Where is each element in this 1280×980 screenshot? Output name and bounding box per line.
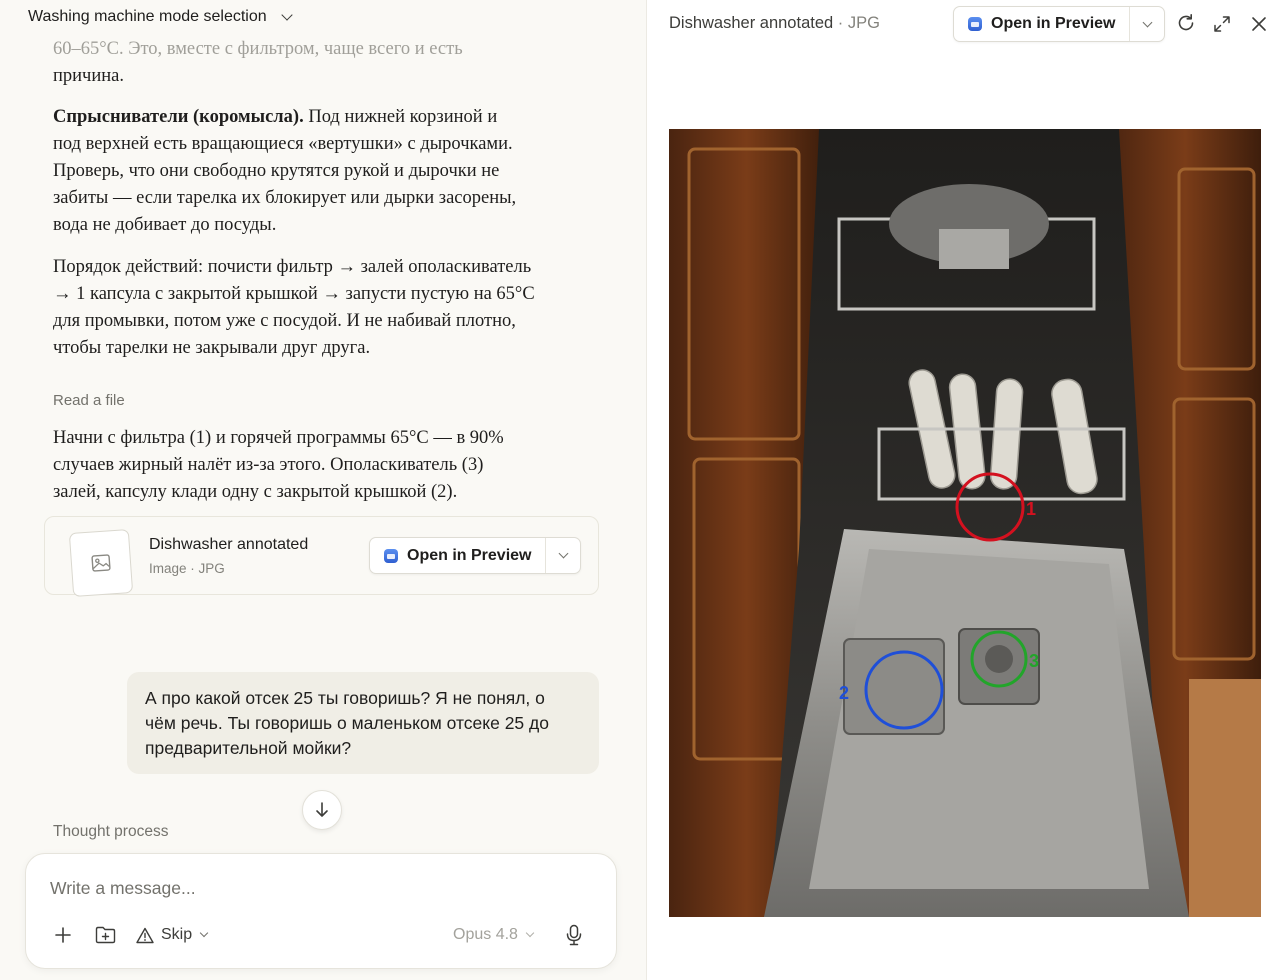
chevron-down-icon (1142, 17, 1153, 27)
chevron-down-icon (525, 928, 535, 938)
file-name: Dishwasher annotated (149, 536, 309, 553)
expand-icon (1214, 16, 1230, 32)
annotation-label-3: 3 (1029, 651, 1039, 671)
skip-permissions-button[interactable]: Skip (136, 922, 209, 948)
chevron-down-icon[interactable] (280, 8, 293, 21)
paragraph-end: причина. (53, 66, 124, 86)
chat-pane: Washing machine mode selection 60–65°C. … (0, 0, 646, 980)
preview-open-in-preview-button[interactable]: Open in Preview (954, 7, 1131, 41)
expand-button[interactable] (1211, 13, 1233, 35)
paragraph-steps: Порядок действий: почисти фильтр → залей… (53, 254, 583, 362)
text-line: предварительной мойки? (145, 738, 352, 758)
annotation-label-1: 1 (1026, 499, 1036, 519)
text-line: Начни с фильтра (1) и горячей программы … (53, 428, 504, 448)
warning-icon (136, 927, 154, 943)
text-line: под верхней есть вращающиеся «вертушки» … (53, 134, 513, 154)
paragraph-sprinklers: Спрысниватели (коромысла). Под нижней ко… (53, 104, 583, 239)
mic-icon (566, 924, 582, 946)
close-icon (1252, 17, 1266, 31)
reload-button[interactable] (1175, 12, 1197, 34)
user-message: А про какой отсек 25 ты говоришь? Я не п… (127, 672, 599, 774)
preview-file-title: Dishwasher annotated · JPG (669, 14, 880, 33)
chat-header[interactable]: Washing machine mode selection (0, 0, 646, 34)
file-preview-pane: Dishwasher annotated · JPG Open in Previ… (647, 0, 1280, 980)
open-in-preview-button[interactable]: Open in Preview (370, 538, 547, 573)
arrow-down-icon (316, 802, 328, 817)
folder-add-icon (95, 926, 115, 944)
dishwasher-illustration: 1 2 3 (669, 129, 1261, 917)
text-line: случаев жирный налёт из-за этого. Ополас… (53, 455, 484, 475)
preview-open-label: Open in Preview (991, 15, 1116, 32)
project-folder-button[interactable] (93, 924, 117, 946)
preview-app-icon (384, 548, 398, 563)
chat-title[interactable]: Washing machine mode selection (28, 8, 267, 26)
image-icon (91, 554, 111, 572)
text-line: чём речь. Ты говоришь о маленьком отсеке… (145, 713, 549, 733)
file-meta: Image · JPG (149, 561, 225, 576)
annotation-label-2: 2 (839, 683, 849, 703)
close-preview-button[interactable] (1248, 13, 1270, 35)
chevron-down-icon (199, 928, 209, 938)
text-line: Под нижней корзиной и (303, 107, 498, 127)
text-line: вода не добивает до посуды. (53, 215, 277, 235)
dishwasher-photo: 1 2 3 (669, 129, 1261, 917)
message-input[interactable] (50, 878, 590, 899)
plus-icon (55, 927, 71, 943)
text-line: для промывки, потом уже с посудой. И не … (53, 311, 516, 331)
preview-app-icon (968, 17, 982, 31)
open-in-preview-button-group: Open in Preview (369, 537, 582, 574)
skip-label: Skip (161, 926, 193, 943)
chevron-down-icon (558, 548, 569, 559)
paragraph-summary: Начни с фильтра (1) и горячей программы … (53, 425, 583, 506)
scroll-to-bottom-button[interactable] (302, 790, 342, 830)
open-in-preview-label: Open in Preview (407, 546, 532, 564)
text-line: А про какой отсек 25 ты говоришь? Я не п… (145, 688, 545, 708)
model-selector[interactable]: Opus 4.8 (453, 922, 535, 948)
tool-use-read-file[interactable]: Read a file (53, 392, 125, 409)
thought-process-toggle[interactable]: Thought process (53, 823, 168, 841)
refresh-icon (1178, 14, 1194, 31)
text-line: → 1 капсула с закрытой крышкой → запусти… (53, 284, 535, 304)
add-button[interactable] (52, 924, 74, 946)
preview-open-button-group: Open in Preview (953, 6, 1166, 42)
message-composer: Skip Opus 4.8 (25, 853, 617, 969)
preview-open-with-dropdown[interactable] (1130, 7, 1164, 41)
text-line: забиты — если тарелка их блокирует или д… (53, 188, 517, 208)
text-line: чтобы тарелки не закрывали друг друга. (53, 338, 371, 358)
file-attachment-card[interactable]: Dishwasher annotated Image · JPG Open in… (44, 516, 599, 598)
text-line: Проверь, что они свободно крутятся рукой… (53, 161, 500, 181)
preview-file-type: · JPG (833, 14, 880, 32)
preview-file-name: Dishwasher annotated (669, 14, 834, 32)
voice-input-button[interactable] (563, 922, 585, 948)
file-thumbnail (68, 528, 134, 598)
text-line: Порядок действий: почисти фильтр → залей… (53, 257, 532, 277)
faded-text-line: 60–65°C. Это, вместе с фильтром, чаще вс… (53, 39, 463, 59)
text-line: залей, капсулу клади одну с закрытой кры… (53, 482, 458, 502)
model-label: Opus 4.8 (453, 926, 518, 943)
paragraph-bold-heading: Спрысниватели (коромысла). (53, 107, 304, 127)
open-with-dropdown-button[interactable] (546, 538, 580, 573)
